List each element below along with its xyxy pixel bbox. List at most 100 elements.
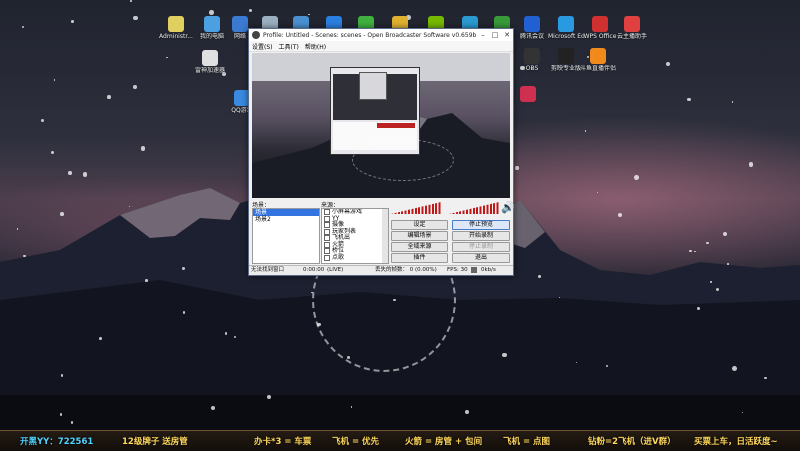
- app-icon: [624, 16, 640, 32]
- source-checkbox[interactable]: [324, 254, 330, 261]
- source-checkbox[interactable]: [324, 228, 330, 235]
- desktop-icon[interactable]: Microsoft Edge: [548, 16, 584, 40]
- scenes-list[interactable]: 场景 场景2: [252, 208, 320, 264]
- obs-preview[interactable]: [252, 53, 510, 198]
- status-live: (LIVE): [327, 267, 344, 273]
- desktop-icon-label: Administr...: [159, 33, 193, 40]
- menu-tools[interactable]: 工具(T): [279, 42, 299, 51]
- ticker-item: 火箭 = 房管 + 包间: [405, 437, 483, 447]
- snowflake: [233, 335, 236, 338]
- snowflake: [68, 171, 72, 175]
- edit-scene-button[interactable]: 编辑场景: [391, 231, 448, 241]
- obs-window[interactable]: Profile: Untitled - Scenes: scenes - Ope…: [248, 28, 515, 276]
- snowflake: [515, 166, 519, 170]
- preview-circle: [352, 139, 454, 181]
- app-icon: [590, 48, 606, 64]
- desktop-icon[interactable]: WPS Office: [582, 16, 618, 40]
- ticker-item: 买票上车，日活跃度~: [694, 437, 778, 447]
- desktop-volume-meter[interactable]: [449, 202, 499, 214]
- stream-info-ticker: 开黑YY：722561 12级牌子 送房管 办卡*3 = 车票 飞机 = 优先 …: [0, 430, 800, 451]
- snowflake: [130, 0, 132, 2]
- obs-app-icon: [252, 31, 260, 39]
- snowflake: [537, 274, 541, 278]
- snowflake: [224, 332, 228, 335]
- snowflake: [16, 228, 18, 230]
- ticker-yy-id: 开黑YY：722561: [20, 437, 94, 447]
- sources-scrollbar[interactable]: [382, 209, 388, 263]
- desktop-icon[interactable]: 腾讯会议: [514, 16, 550, 40]
- start-record-button[interactable]: 开始录制: [452, 231, 510, 241]
- status-bitrate: 0kb/s: [481, 267, 496, 273]
- source-checkbox[interactable]: [324, 235, 330, 242]
- app-icon: [168, 16, 184, 32]
- snowflake: [686, 97, 691, 102]
- snowflake: [21, 25, 25, 29]
- status-time: 0:00:00: [303, 267, 325, 273]
- snowflake: [710, 281, 712, 283]
- snowflake: [732, 365, 738, 371]
- status-indicator: [471, 267, 477, 273]
- desktop-icon[interactable]: 雷神加速器: [192, 50, 228, 74]
- desktop-icon[interactable]: Administr...: [158, 16, 194, 40]
- obs-panels: 场景： 来源： 场景 场景2 小屏幕游戏 YY 摄像 玩家列表 飞机出 火箭 桥…: [249, 200, 515, 264]
- desktop-icon-label: 云主播助手: [616, 33, 647, 40]
- snowflake: [694, 250, 696, 252]
- app-icon: [524, 16, 540, 32]
- app-icon: [232, 16, 248, 32]
- desktop-icon-label: 腾讯会议: [519, 33, 544, 40]
- speaker-icon[interactable]: 🔊: [501, 201, 515, 214]
- menu-settings[interactable]: 设置(S): [252, 42, 273, 51]
- scene-item[interactable]: 场景2: [253, 216, 319, 223]
- desktop-icon-label: 剪映专业版: [550, 65, 581, 72]
- app-icon: [520, 86, 536, 102]
- source-checkbox[interactable]: [324, 215, 330, 222]
- sources-list[interactable]: 小屏幕游戏 YY 摄像 玩家列表 飞机出 火箭 桥位 点歌: [321, 208, 389, 264]
- plugins-button[interactable]: 插件: [391, 253, 448, 263]
- global-sources-button[interactable]: 全域来源: [391, 242, 448, 252]
- snowflake: [41, 118, 45, 122]
- desktop-icon-label: 雷神加速器: [194, 67, 225, 74]
- audio-meters: 🔊: [391, 200, 515, 216]
- snowflake: [60, 211, 65, 216]
- ticker-item: 12级牌子 送房管: [122, 437, 188, 447]
- snowflake: [133, 15, 138, 21]
- obs-titlebar[interactable]: Profile: Untitled - Scenes: scenes - Ope…: [249, 29, 513, 41]
- source-item[interactable]: 点歌: [322, 253, 388, 262]
- ticker-item: 飞机 = 优先: [332, 437, 380, 447]
- snowflake: [107, 95, 112, 99]
- desktop-icon[interactable]: 剪映专业版: [548, 48, 584, 72]
- ticker-item: 办卡*3 = 车票: [254, 437, 312, 447]
- desktop-icon[interactable]: [510, 86, 546, 103]
- obs-statusbar: 无法找到窗口 0:00:00 (LIVE) 丢失的帧数： 0 (0.00%) F…: [249, 265, 513, 275]
- source-checkbox[interactable]: [324, 248, 330, 255]
- desktop-icon[interactable]: 云主播助手: [614, 16, 650, 40]
- maximize-icon[interactable]: □: [489, 31, 501, 39]
- minimize-icon[interactable]: –: [477, 31, 489, 39]
- snowflake: [145, 279, 148, 282]
- source-checkbox[interactable]: [324, 209, 330, 216]
- scene-item[interactable]: 场景: [253, 209, 319, 216]
- source-checkbox[interactable]: [324, 222, 330, 229]
- mic-volume-meter[interactable]: [391, 202, 441, 214]
- exit-button[interactable]: 退出: [452, 253, 510, 263]
- source-checkbox[interactable]: [324, 241, 330, 248]
- stop-record-button[interactable]: 停止录制: [452, 242, 510, 252]
- app-icon: [204, 16, 220, 32]
- snowflake: [501, 352, 507, 358]
- close-icon[interactable]: ✕: [501, 31, 513, 39]
- app-icon: [558, 48, 574, 64]
- menu-help[interactable]: 帮助(H): [305, 42, 326, 51]
- snowflake: [140, 146, 146, 151]
- desktop-icon[interactable]: 斗鱼直播伴侣: [580, 48, 616, 72]
- snowflake: [464, 410, 469, 414]
- snowflake: [50, 151, 54, 155]
- obs-title: Profile: Untitled - Scenes: scenes - Ope…: [263, 31, 477, 39]
- source-label: 点歌: [332, 253, 345, 261]
- snowflake: [317, 322, 321, 326]
- ticker-item: 钻粉=2飞机（进V群）: [588, 437, 676, 447]
- settings-button[interactable]: 设定: [391, 220, 448, 230]
- stop-preview-button[interactable]: 停止预览: [452, 220, 510, 230]
- snowflake: [605, 364, 608, 367]
- snowflake: [763, 376, 767, 380]
- desktop-icon[interactable]: OBS: [514, 48, 550, 72]
